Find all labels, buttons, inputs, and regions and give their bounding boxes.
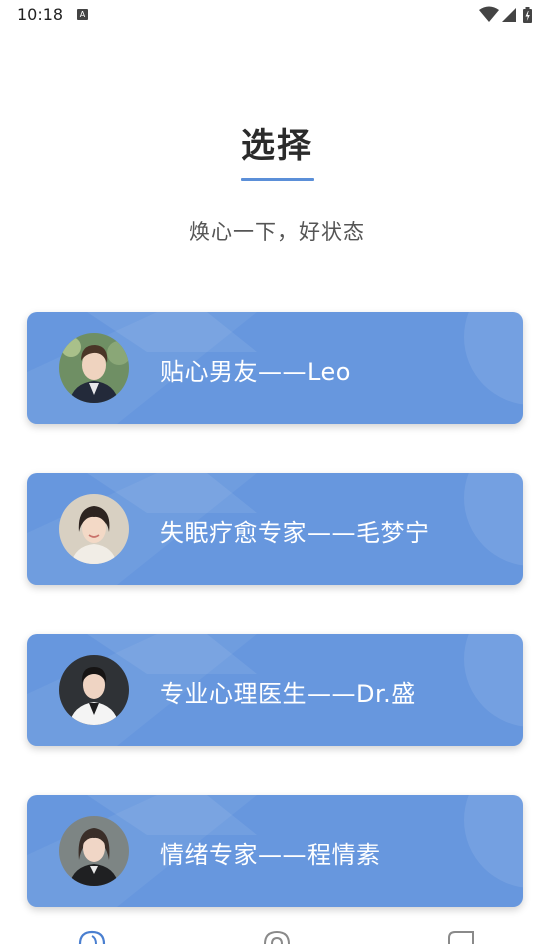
- status-bar: 10:18 A: [0, 0, 554, 32]
- chat-icon[interactable]: [447, 930, 475, 944]
- signal-icon: [502, 8, 516, 22]
- page-title: 选择: [241, 126, 313, 166]
- card-dr-sheng[interactable]: 专业心理医生——Dr.盛: [27, 634, 523, 746]
- smiling-woman-avatar: [59, 494, 129, 564]
- young-man-avatar: [59, 333, 129, 403]
- discover-icon[interactable]: [263, 930, 291, 944]
- wifi-icon: [479, 6, 499, 22]
- card-leo[interactable]: 贴心男友——Leo: [27, 312, 523, 424]
- card-label: 情绪专家——程情素: [160, 841, 381, 869]
- title-underline: [241, 178, 314, 181]
- card-mao-mengning[interactable]: 失眠疗愈专家——毛梦宁: [27, 473, 523, 585]
- bottom-nav: [0, 924, 554, 944]
- woman-in-suit-avatar: [59, 816, 129, 886]
- status-time: 10:18: [17, 5, 64, 24]
- card-label: 失眠疗愈专家——毛梦宁: [160, 519, 430, 547]
- female-doctor-avatar: [59, 655, 129, 725]
- card-label: 贴心男友——Leo: [160, 358, 351, 386]
- card-label: 专业心理医生——Dr.盛: [160, 680, 416, 708]
- status-icons: [478, 6, 538, 24]
- app-notification-icon: A: [77, 9, 88, 20]
- battery-charging-icon: [523, 7, 532, 23]
- card-cheng-qingsu[interactable]: 情绪专家——程情素: [27, 795, 523, 907]
- home-icon[interactable]: [78, 930, 106, 944]
- page-subtitle: 焕心一下，好状态: [189, 220, 365, 244]
